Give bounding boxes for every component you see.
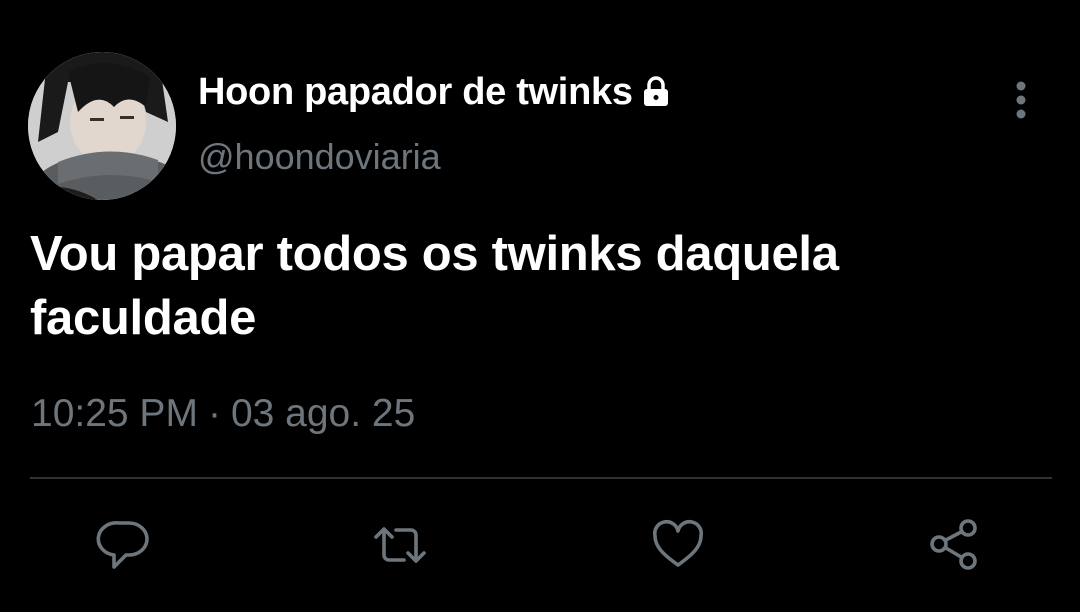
share-icon	[930, 519, 977, 570]
retweet-icon	[374, 527, 426, 563]
heart-icon	[652, 519, 704, 567]
meta-separator: ·	[207, 392, 221, 435]
tweet-date[interactable]: 03 ago. 25	[231, 392, 415, 436]
tweet-card: Hoon papador de twinks @hoondoviaria Vou…	[0, 0, 1080, 612]
divider	[30, 477, 1052, 479]
tweet-time[interactable]: 10:25 PM	[31, 392, 198, 436]
like-button[interactable]	[650, 517, 706, 573]
share-button[interactable]	[926, 517, 982, 573]
display-name[interactable]: Hoon papador de twinks	[198, 71, 633, 114]
avatar-image	[28, 52, 176, 200]
reply-button[interactable]	[96, 517, 152, 573]
tweet-meta: 10:25 PM · 03 ago. 25	[31, 392, 415, 436]
reply-icon	[96, 521, 149, 569]
display-name-row: Hoon papador de twinks	[198, 68, 673, 116]
lock-icon	[639, 75, 673, 109]
tweet-text: Vou papar todos os twinks daquela faculd…	[30, 227, 839, 345]
avatar[interactable]	[28, 52, 176, 200]
more-vertical-icon[interactable]	[1004, 80, 1038, 120]
retweet-button[interactable]	[372, 517, 428, 573]
user-handle[interactable]: @hoondoviaria	[198, 136, 441, 178]
